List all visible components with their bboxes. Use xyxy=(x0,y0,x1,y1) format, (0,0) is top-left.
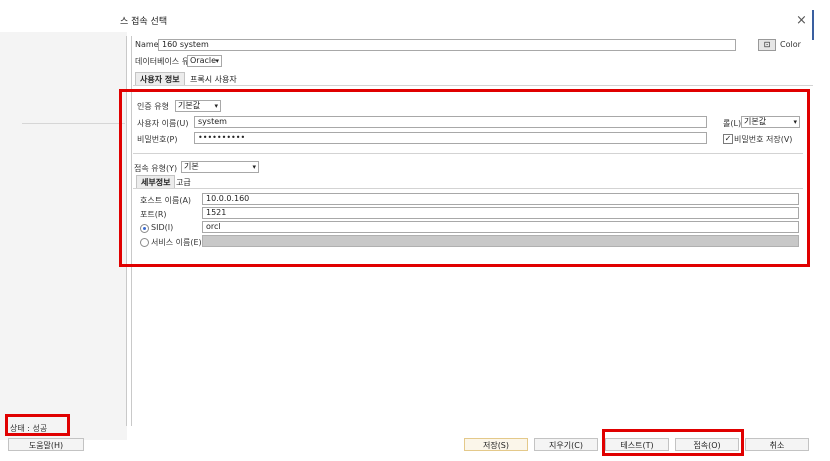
help-button[interactable]: 도움말(H) xyxy=(8,438,84,451)
highlight-buttons-box xyxy=(602,429,744,456)
connection-list[interactable] xyxy=(22,123,125,424)
chevron-down-icon: ▾ xyxy=(215,57,219,65)
close-icon[interactable]: × xyxy=(796,13,807,28)
cancel-button[interactable]: 취소 xyxy=(745,438,809,451)
save-button[interactable]: 저장(S) xyxy=(464,438,528,451)
tab-user-info[interactable]: 사용자 정보 xyxy=(135,72,185,86)
color-picker-icon[interactable]: ⊡ xyxy=(758,39,776,51)
name-label: Name xyxy=(135,40,159,49)
highlight-form-box xyxy=(119,89,810,267)
color-label: Color xyxy=(780,40,801,49)
db-type-value: Oracle xyxy=(190,56,217,65)
window-title: 스 접속 선택 xyxy=(120,17,168,27)
db-type-select[interactable]: Oracle ▾ xyxy=(187,55,222,67)
highlight-status-box xyxy=(5,414,70,436)
name-input[interactable]: 160 system xyxy=(158,39,736,51)
clear-button[interactable]: 지우기(C) xyxy=(534,438,598,451)
tab-separator xyxy=(133,85,813,86)
scrollbar-edge xyxy=(812,10,814,40)
